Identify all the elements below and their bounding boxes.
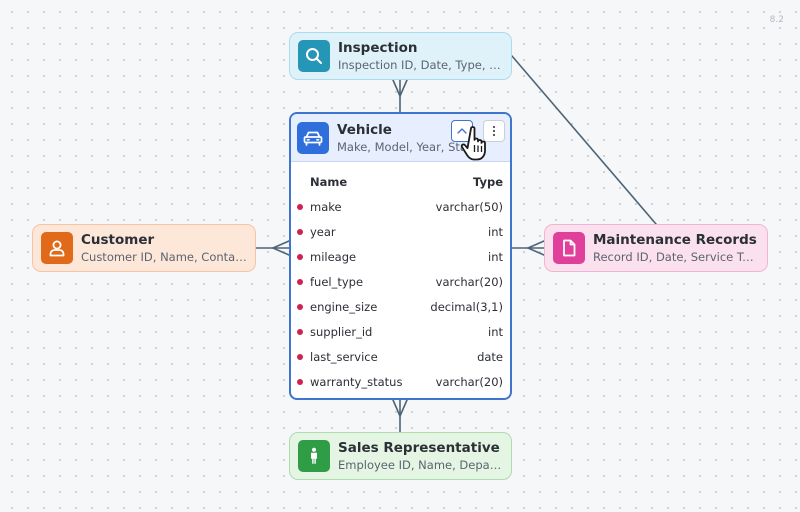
entity-customer[interactable]: Customer Customer ID, Name, Contact Info bbox=[32, 224, 256, 272]
field-type: date bbox=[477, 349, 503, 364]
user-icon bbox=[41, 232, 73, 264]
entity-title: Customer bbox=[81, 232, 155, 248]
search-icon bbox=[298, 40, 330, 72]
hand-cursor-icon bbox=[460, 126, 486, 161]
entity-subtitle: Employee ID, Name, Department bbox=[338, 458, 503, 472]
edge-vehicle-sales bbox=[392, 399, 408, 433]
field-name: warranty_status bbox=[310, 374, 403, 389]
field-dot bbox=[297, 354, 303, 360]
field-type: varchar(50) bbox=[435, 199, 503, 214]
edge-inspection-maintenance bbox=[511, 55, 657, 225]
field-row[interactable]: supplier_id int bbox=[291, 319, 510, 344]
entity-title: Inspection bbox=[338, 40, 418, 56]
column-header-type: Type bbox=[472, 175, 503, 189]
field-row[interactable]: fuel_type varchar(20) bbox=[291, 269, 510, 294]
field-type: varchar(20) bbox=[435, 274, 503, 289]
field-dot bbox=[297, 204, 303, 210]
field-name: engine_size bbox=[310, 299, 378, 314]
entity-subtitle: Customer ID, Name, Contact Info bbox=[81, 250, 247, 264]
field-name: supplier_id bbox=[310, 324, 373, 339]
person-icon bbox=[298, 440, 330, 472]
field-type: int bbox=[488, 324, 503, 339]
field-row[interactable]: mileage int bbox=[291, 244, 510, 269]
entity-inspection[interactable]: Inspection Inspection ID, Date, Type, Re… bbox=[289, 32, 512, 80]
entity-sales-representative[interactable]: Sales Representative Employee ID, Name, … bbox=[289, 432, 512, 480]
entity-title: Vehicle bbox=[337, 121, 392, 138]
field-dot bbox=[297, 229, 303, 235]
field-dot bbox=[297, 304, 303, 310]
entity-subtitle: Inspection ID, Date, Type, Result bbox=[338, 58, 503, 72]
entity-maintenance-records[interactable]: Maintenance Records Record ID, Date, Ser… bbox=[544, 224, 768, 272]
field-dot bbox=[297, 379, 303, 385]
field-dot bbox=[297, 279, 303, 285]
field-type: varchar(20) bbox=[435, 374, 503, 389]
field-name: last_service bbox=[310, 349, 378, 364]
field-row[interactable]: engine_size decimal(3,1) bbox=[291, 294, 510, 319]
field-row[interactable]: make varchar(50) bbox=[291, 194, 510, 219]
entity-title: Sales Representative bbox=[338, 440, 500, 456]
entity-subtitle: Make, Model, Year, Status bbox=[337, 139, 463, 154]
car-icon bbox=[297, 121, 329, 154]
field-name: mileage bbox=[310, 249, 357, 264]
field-type: int bbox=[488, 224, 503, 239]
field-type: int bbox=[488, 249, 503, 264]
field-row[interactable]: warranty_status varchar(20) bbox=[291, 369, 510, 394]
entity-title: Maintenance Records bbox=[593, 232, 757, 248]
field-table-header: Name Type bbox=[291, 170, 510, 194]
field-list: make varchar(50) year int mileage int fuel_… bbox=[291, 194, 510, 394]
field-row[interactable]: year int bbox=[291, 219, 510, 244]
field-dot bbox=[297, 329, 303, 335]
edge-inspection-vehicle bbox=[392, 79, 408, 113]
field-name: make bbox=[310, 199, 342, 214]
column-header-name: Name bbox=[310, 175, 348, 189]
entity-subtitle: Record ID, Date, Service Type bbox=[593, 250, 759, 264]
edge-customer-vehicle bbox=[255, 240, 290, 256]
field-dot bbox=[297, 254, 303, 260]
document-icon bbox=[553, 232, 585, 264]
edge-maintenance-vehicle bbox=[511, 240, 545, 256]
field-type: decimal(3,1) bbox=[430, 299, 503, 314]
field-name: year bbox=[310, 224, 336, 239]
field-name: fuel_type bbox=[310, 274, 364, 289]
field-row[interactable]: last_service date bbox=[291, 344, 510, 369]
